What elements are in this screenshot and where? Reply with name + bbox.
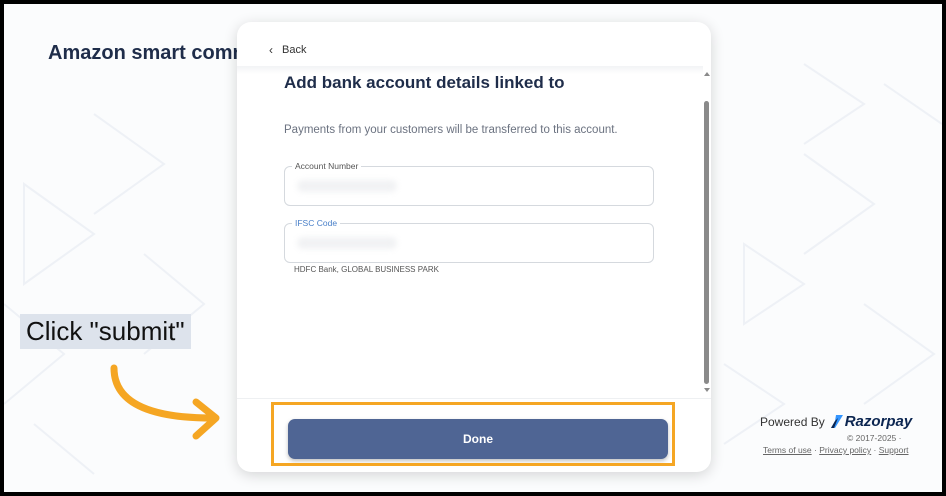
page-background: Amazon smart comm ‹ Back Add bank accoun… <box>4 4 942 492</box>
chevron-left-icon: ‹ <box>269 43 273 57</box>
scroll-down-arrow-icon[interactable] <box>704 388 710 392</box>
ifsc-code-redacted-value <box>297 237 397 249</box>
account-number-field[interactable]: Account Number <box>284 161 654 206</box>
support-link[interactable]: Support <box>879 445 909 455</box>
modal-heading: Add bank account details linked to <box>284 73 565 92</box>
account-number-redacted-value <box>297 180 397 192</box>
instruction-label: Click "submit" <box>20 314 191 349</box>
modal-scrollbar[interactable] <box>703 70 711 394</box>
merchant-title: Amazon smart comm <box>48 42 251 64</box>
link-separator: · <box>871 445 879 455</box>
footer-links: Terms of use · Privacy policy · Support <box>763 445 909 455</box>
back-label: Back <box>282 44 307 56</box>
ifsc-code-field[interactable]: IFSC Code <box>284 218 654 263</box>
terms-link[interactable]: Terms of use <box>763 445 812 455</box>
copyright-text: © 2017-2025 · <box>847 433 902 443</box>
curved-arrow-icon <box>110 364 220 440</box>
account-number-label: Account Number <box>292 161 362 171</box>
back-button[interactable]: ‹ Back <box>269 42 306 58</box>
razorpay-logo: Razorpay <box>830 413 913 430</box>
scrollbar-thumb[interactable] <box>704 101 709 384</box>
razorpay-logo-icon <box>830 415 843 428</box>
done-button-highlight <box>271 402 675 466</box>
footer-divider <box>237 398 711 399</box>
powered-by-label: Powered By <box>760 414 825 429</box>
privacy-link[interactable]: Privacy policy <box>819 445 871 455</box>
razorpay-brand-text: Razorpay <box>844 413 913 430</box>
powered-by: Powered By Razorpay <box>760 413 912 430</box>
scroll-up-arrow-icon[interactable] <box>704 72 710 76</box>
bank-name-hint: HDFC Bank, GLOBAL BUSINESS PARK <box>294 265 439 274</box>
modal-subtext: Payments from your customers will be tra… <box>284 124 618 136</box>
ifsc-code-label: IFSC Code <box>292 218 341 228</box>
